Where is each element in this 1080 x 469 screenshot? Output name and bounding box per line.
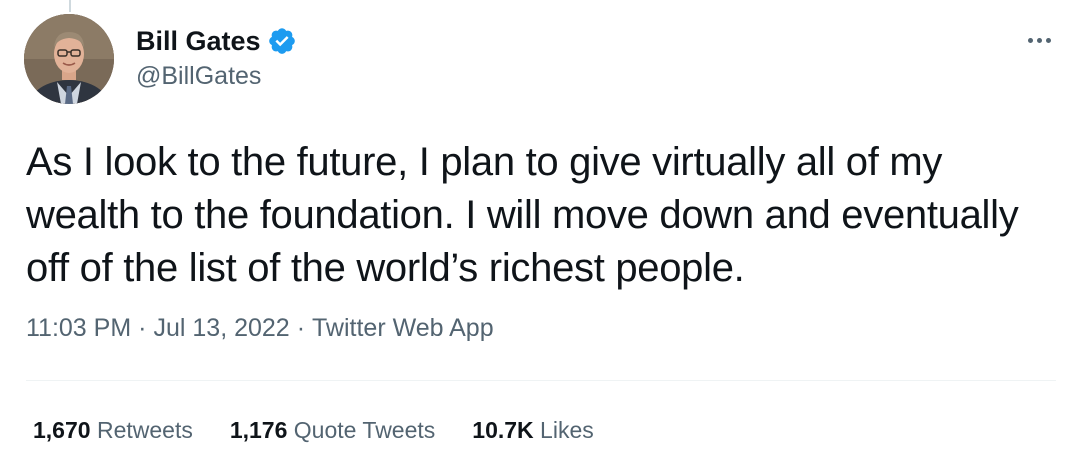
quote-tweets-stat[interactable]: 1,176 Quote Tweets	[230, 417, 435, 444]
verified-badge-icon	[267, 26, 297, 56]
likes-count: 10.7K	[472, 417, 534, 443]
tweet-meta: 11:03 PM · Jul 13, 2022 · Twitter Web Ap…	[26, 314, 494, 343]
retweets-count: 1,670	[33, 417, 91, 443]
quote-tweets-count: 1,176	[229, 417, 288, 443]
meta-separator: ·	[138, 314, 147, 342]
tweet-source[interactable]: Twitter Web App	[312, 314, 494, 343]
thread-connector-line	[69, 0, 71, 12]
retweets-stat[interactable]: 1,670 Retweets	[33, 417, 193, 444]
tweet-stats: 1,670 Retweets 1,176 Quote Tweets 10.7K …	[33, 417, 594, 444]
author-handle[interactable]: @BillGates	[136, 62, 261, 91]
likes-stat[interactable]: 10.7K Likes	[472, 417, 593, 444]
tweet-date[interactable]: Jul 13, 2022	[153, 314, 289, 343]
more-options-button[interactable]	[1024, 28, 1054, 52]
avatar[interactable]	[24, 14, 114, 104]
quote-tweets-label: Quote Tweets	[293, 417, 436, 443]
retweets-label: Retweets	[96, 417, 193, 443]
more-horizontal-icon	[1027, 37, 1033, 43]
more-horizontal-icon-dot	[1045, 37, 1051, 43]
meta-separator: ·	[296, 314, 306, 342]
more-horizontal-icon-dot	[1036, 37, 1042, 43]
tweet-time[interactable]: 11:03 PM	[26, 314, 131, 343]
author-display-name[interactable]: Bill Gates	[136, 26, 261, 57]
author-name-row: Bill Gates	[136, 24, 297, 58]
tweet-text: As I look to the future, I plan to give …	[26, 140, 1019, 290]
likes-label: Likes	[540, 417, 594, 443]
user-avatar-image	[24, 14, 114, 104]
divider	[26, 380, 1056, 381]
